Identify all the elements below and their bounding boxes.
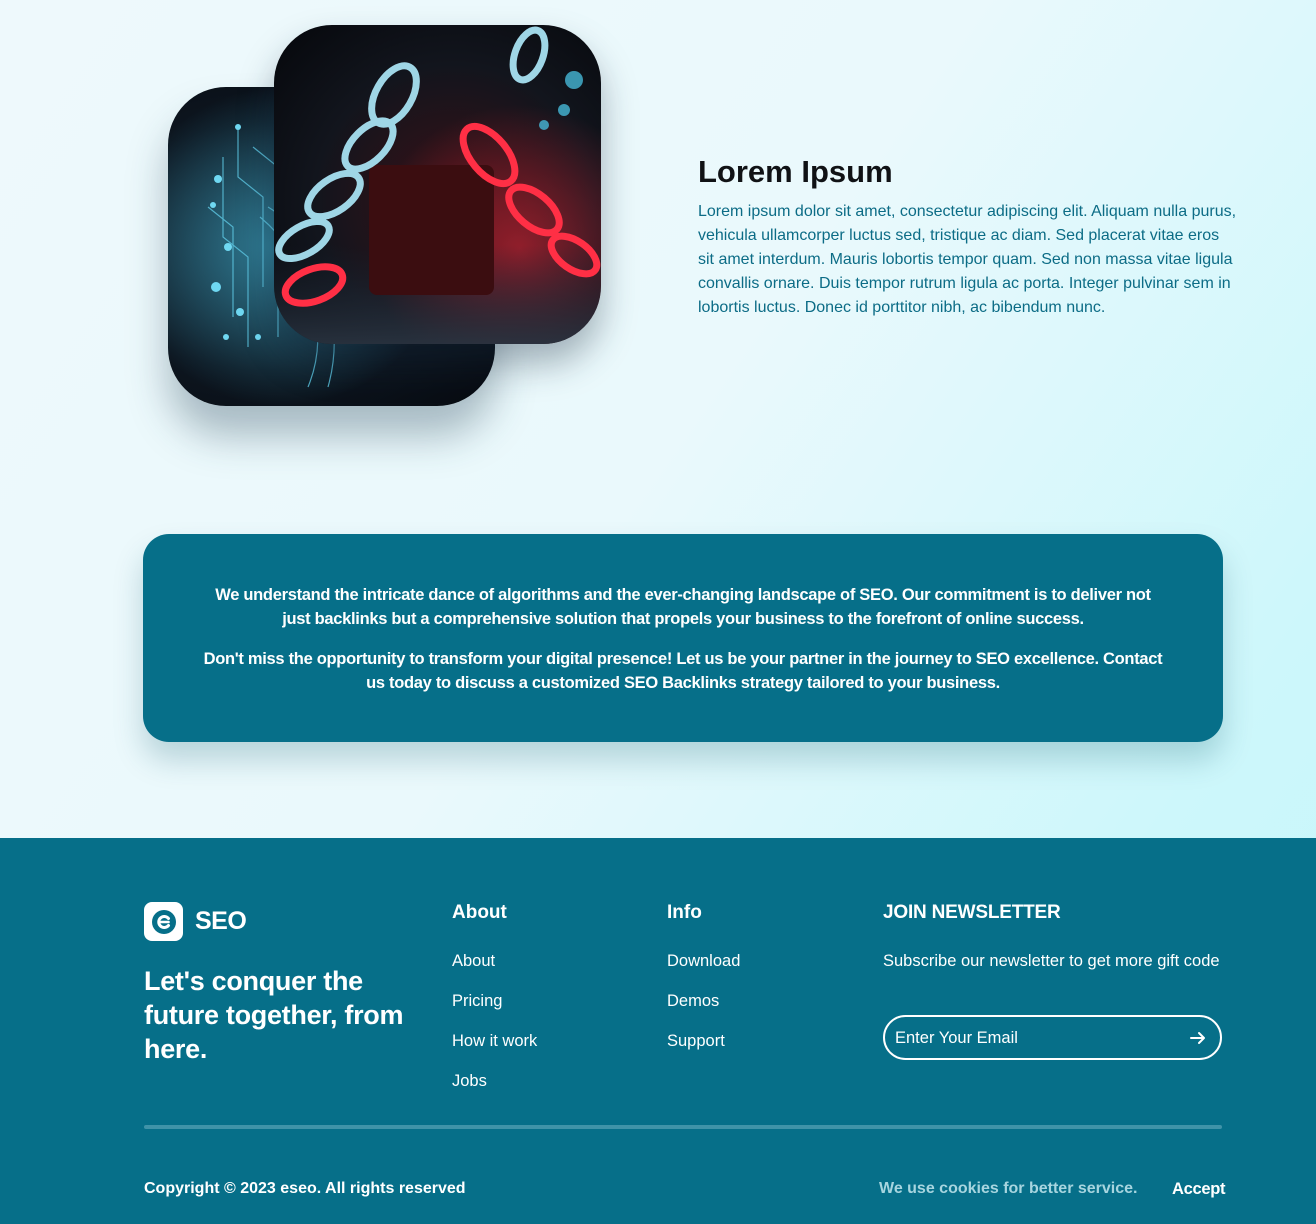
accept-cookies-button[interactable]: Accept <box>1172 1180 1226 1199</box>
section-description: Lorem ipsum dolor sit amet, consectetur … <box>698 203 1237 316</box>
brand-name: SEO <box>195 907 247 935</box>
newsletter-heading: JOIN NEWSLETTER <box>883 902 1061 923</box>
chained-padlock-image <box>274 25 601 344</box>
footer-link-support[interactable]: Support <box>667 1030 740 1070</box>
about-heading: About <box>452 902 507 923</box>
cta-banner: We understand the intricate dance of alg… <box>143 534 1223 742</box>
footer-tagline: Let's conquer the future together, from … <box>144 966 404 1064</box>
footer-link-download[interactable]: Download <box>667 950 740 990</box>
cookie-notice: We use cookies for better service. <box>879 1180 1138 1197</box>
footer-brand[interactable]: SEO <box>144 902 247 941</box>
footer-divider <box>144 1125 1222 1129</box>
footer-link-about[interactable]: About <box>452 950 537 990</box>
email-input[interactable] <box>895 1024 1165 1052</box>
about-links: About Pricing How it work Jobs <box>452 950 537 1110</box>
newsletter-description: Subscribe our newsletter to get more gif… <box>883 952 1220 970</box>
copyright-text: Copyright © 2023 eseo. All rights reserv… <box>144 1180 466 1197</box>
cta-paragraph: Don't miss the opportunity to transform … <box>203 650 1163 692</box>
footer-link-demos[interactable]: Demos <box>667 990 740 1030</box>
arrow-right-icon[interactable] <box>1188 1028 1208 1048</box>
newsletter-form <box>883 1015 1222 1060</box>
logo-icon <box>144 902 183 941</box>
section-title: Lorem Ipsum <box>698 154 893 189</box>
site-footer: SEO Let's conquer the future together, f… <box>0 838 1316 1224</box>
footer-link-how-it-work[interactable]: How it work <box>452 1030 537 1070</box>
info-links: Download Demos Support <box>667 950 740 1070</box>
footer-link-pricing[interactable]: Pricing <box>452 990 537 1030</box>
cta-paragraph: We understand the intricate dance of alg… <box>215 586 1151 628</box>
info-heading: Info <box>667 902 702 923</box>
footer-link-jobs[interactable]: Jobs <box>452 1070 537 1110</box>
